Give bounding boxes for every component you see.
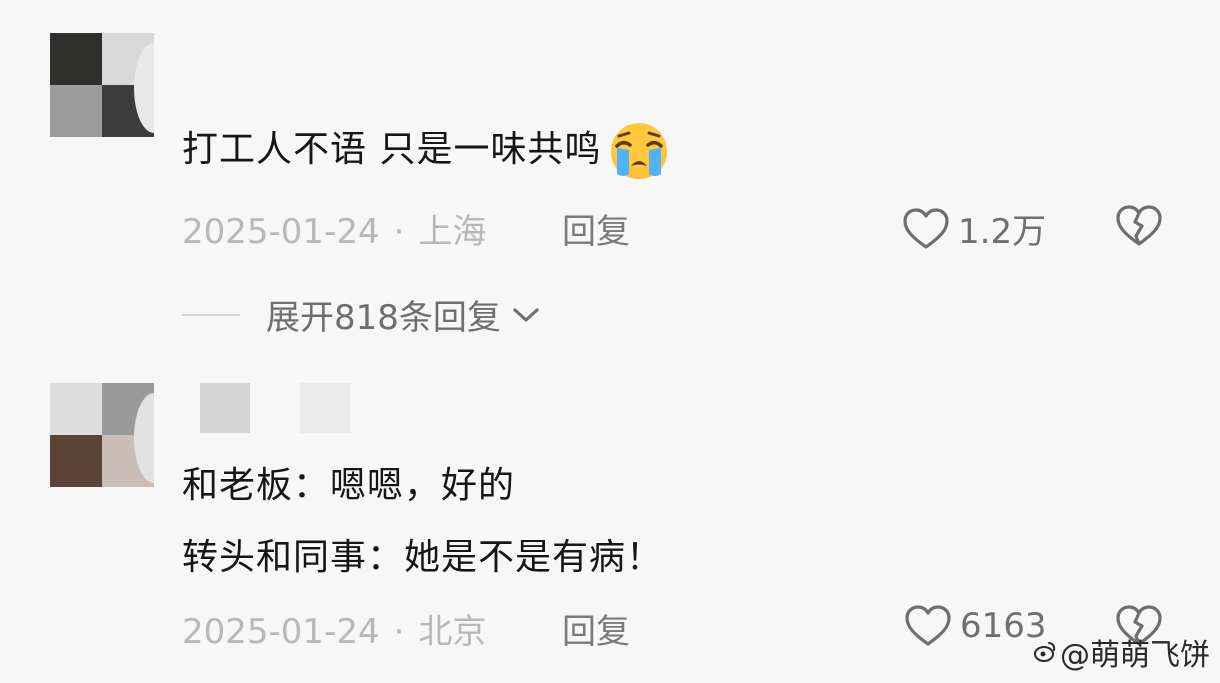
expand-replies-button[interactable]: 展开818条回复: [182, 290, 541, 339]
watermark-text: @萌萌飞饼: [1060, 638, 1210, 673]
like-button[interactable]: 6163: [904, 604, 1047, 648]
heart-icon: [905, 605, 951, 646]
avatar[interactable]: [50, 383, 154, 487]
meta-separator: ·: [393, 212, 405, 252]
loudly-crying-face-icon: [603, 122, 675, 180]
like-button[interactable]: 1.2万: [902, 204, 1046, 253]
comment-text: 打工人不语 只是一味共鸣: [182, 120, 675, 180]
expand-replies-label: 展开818条回复: [266, 298, 501, 338]
reply-button[interactable]: 回复: [562, 604, 630, 653]
weibo-logo-icon: [1034, 642, 1056, 662]
comment-line: 打工人不语 只是一味共鸣: [182, 129, 602, 170]
comment-location: 上海: [418, 212, 487, 252]
username-redacted[interactable]: [200, 383, 360, 433]
chevron-down-icon: [513, 307, 539, 322]
comment-line: 和老板：嗯嗯，好的: [182, 465, 516, 506]
comment-meta: 2025-01-24 · 北京: [182, 604, 486, 653]
watermark: @萌萌飞饼: [1034, 630, 1210, 674]
meta-separator: ·: [393, 612, 405, 652]
heart-icon: [903, 207, 949, 249]
reply-button[interactable]: 回复: [562, 204, 630, 253]
divider-line: [182, 313, 240, 316]
comment-line: 转头和同事：她是不是有病！: [182, 537, 664, 578]
comment-location: 北京: [418, 612, 487, 652]
like-count: 1.2万: [958, 212, 1047, 252]
broken-heart-icon: [1116, 205, 1162, 246]
comment-date: 2025-01-24: [182, 612, 380, 652]
comment-date: 2025-01-24: [182, 212, 380, 252]
comment-text: 和老板：嗯嗯，好的 转头和同事：她是不是有病！: [182, 456, 663, 588]
dislike-button[interactable]: [1115, 204, 1163, 252]
avatar[interactable]: [50, 33, 154, 137]
comment-meta: 2025-01-24 · 上海: [182, 204, 486, 253]
